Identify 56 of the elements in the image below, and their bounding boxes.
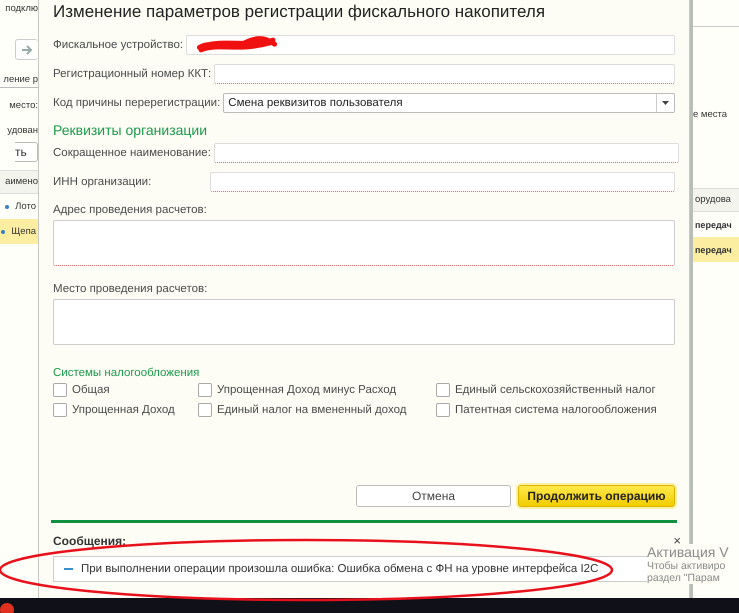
continue-button[interactable]: Продолжить операцию	[518, 485, 675, 507]
place-label: место:	[9, 100, 38, 111]
field-label: Сокращенное наименование:	[53, 147, 211, 159]
checkbox-option[interactable]: Общая	[53, 383, 198, 397]
table-cell: Лото	[15, 201, 36, 212]
input-field[interactable]	[214, 143, 679, 163]
input-field[interactable]	[214, 64, 675, 84]
checkbox[interactable]	[53, 383, 67, 397]
checkbox[interactable]	[436, 403, 450, 417]
checkbox-option[interactable]: Единый налог на вмененный доход	[198, 403, 436, 417]
text-area[interactable]	[53, 299, 675, 345]
message-dash-icon	[64, 568, 73, 570]
input-field[interactable]	[210, 172, 675, 192]
checkbox[interactable]	[198, 383, 212, 397]
activation-notice: Чтобы активиро	[647, 560, 726, 572]
dropdown-arrow-icon	[662, 101, 669, 105]
text-area[interactable]	[53, 220, 675, 266]
table-cell-text: передач	[694, 218, 733, 232]
checkbox-option[interactable]: Упрощенная Доход минус Расход	[198, 383, 436, 397]
column-header: аимено	[0, 170, 38, 194]
checkbox-option[interactable]: Патентная система налогообложения	[436, 403, 675, 417]
table-row[interactable]: Лото	[0, 194, 38, 219]
dropdown-field[interactable]: Смена реквизитов пользователя	[223, 93, 675, 113]
table-cell: Щепа	[11, 226, 36, 237]
messages-title: Сообщения:	[53, 534, 126, 548]
row-icon	[0, 228, 6, 234]
row-icon	[4, 204, 10, 210]
field-label: Место проведения расчетов:	[53, 283, 208, 295]
section-title: Реквизиты организации	[53, 122, 208, 138]
field-label: ИНН организации:	[53, 176, 152, 188]
table-cell: передач	[693, 237, 739, 262]
dialog-title: Изменение параметров регистрации фискального накопителя	[53, 2, 546, 22]
message-text: При выполнении операции произошла ошибка: Ошибка обмена с ФН на уровне интерфейса I2C	[81, 563, 598, 575]
activation-notice: Активация V	[647, 544, 729, 560]
checkbox[interactable]	[198, 403, 212, 417]
checkbox-option[interactable]: Упрощенная Доход	[53, 403, 198, 417]
column-header: орудова	[693, 188, 739, 212]
toolbar-label: подклю	[5, 3, 38, 16]
app-icon[interactable]	[0, 601, 14, 613]
arrow-icon	[21, 44, 33, 54]
field-label: Адрес проведения расчетов:	[53, 204, 208, 216]
section-title: Системы налогообложения	[53, 367, 200, 379]
cancel-button[interactable]: Отмена	[356, 485, 511, 507]
field-label: Код причины перерегистрации:	[53, 97, 220, 109]
field-label: Регистрационный номер ККТ:	[53, 68, 212, 80]
activation-notice: раздел "Парам	[647, 572, 720, 584]
action-button[interactable]: ть	[15, 142, 38, 162]
place-label: е места	[693, 109, 728, 120]
checkbox[interactable]	[436, 383, 450, 397]
equipment-label: удован	[7, 125, 38, 136]
checkbox[interactable]	[53, 403, 67, 417]
table-row[interactable]: Щепа	[0, 219, 38, 244]
checkbox-option[interactable]: Единый сельскохозяйственный налог	[436, 383, 675, 397]
input-field[interactable]	[186, 35, 675, 55]
field-label: Фискальное устройство:	[53, 39, 184, 51]
forward-button[interactable]	[15, 39, 38, 60]
